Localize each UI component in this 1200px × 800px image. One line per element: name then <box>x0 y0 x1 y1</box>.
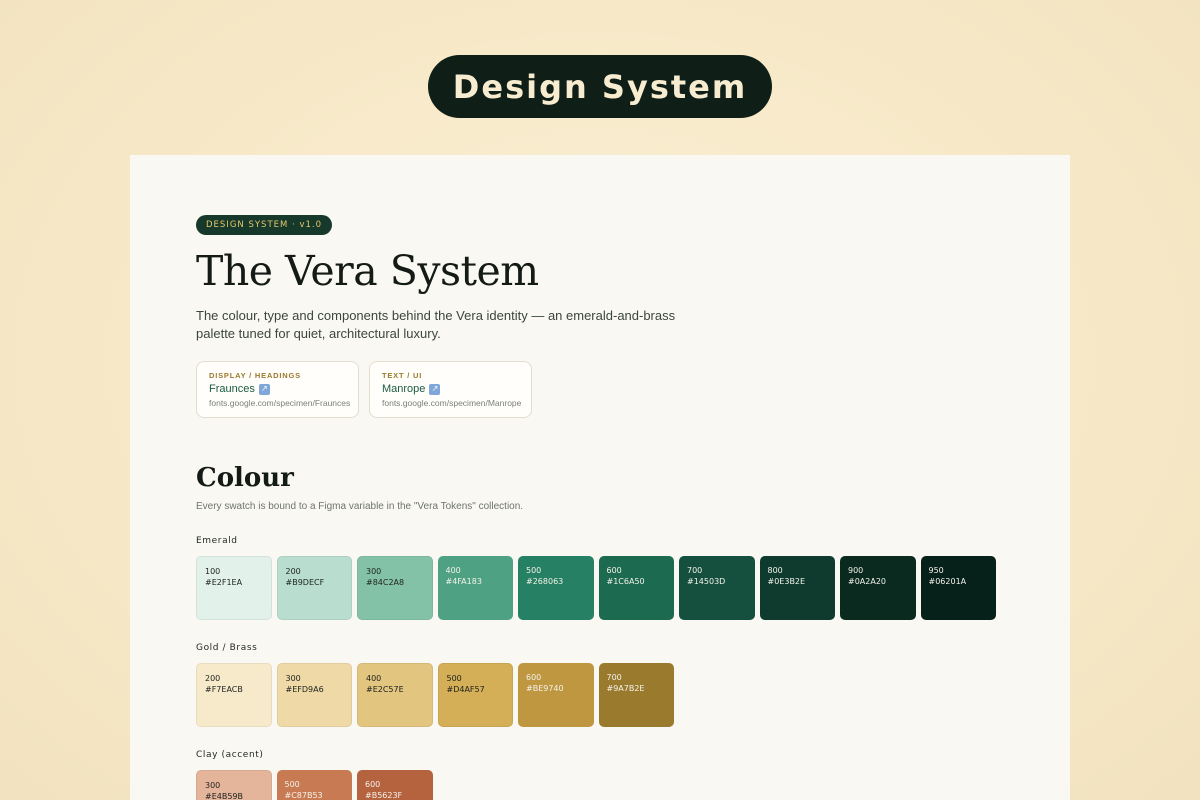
swatch-step: 100 <box>205 567 221 576</box>
external-link-icon: ↗ <box>258 383 270 395</box>
color-swatch[interactable]: 600 #BE9740 <box>518 663 594 727</box>
color-swatch[interactable]: 800 #0E3B2E <box>759 556 835 620</box>
swatch-step: 200 <box>285 567 301 576</box>
intro-text: The colour, type and components behind t… <box>196 308 676 341</box>
swatch-hex: #E2C57E <box>366 685 404 694</box>
swatch-step: 400 <box>366 674 382 683</box>
color-swatch[interactable]: 900 #0A2A20 <box>840 556 916 620</box>
swatch-step: 600 <box>606 566 622 575</box>
color-swatch[interactable]: 500 #D4AF57 <box>437 663 513 727</box>
font-card-url[interactable]: fonts.google.com/specimen/Fraunces <box>209 398 350 408</box>
swatch-step: 300 <box>366 567 382 576</box>
swatch-row-gold: 200 #F7EACB 300 #EFD9A6 400 #E2C57E 500 #D4AF57… <box>196 663 674 727</box>
swatch-step: 300 <box>205 781 221 790</box>
colour-section-subtitle: Every swatch is bound to a Figma variabl… <box>196 501 524 512</box>
swatch-hex: #E4B59B <box>205 792 244 800</box>
font-card-label: TEXT / UI <box>382 371 423 380</box>
colour-section-title: Colour <box>196 463 294 493</box>
swatch-hex: #268063 <box>526 577 564 586</box>
color-swatch[interactable]: 700 #14503D <box>679 556 755 620</box>
color-swatch[interactable]: 950 #06201A <box>920 556 996 620</box>
design-system-panel: DESIGN SYSTEM · v1.0 The Vera System The… <box>130 155 1070 800</box>
swatch-hex: #14503D <box>687 577 726 586</box>
color-swatch[interactable]: 100 #E2F1EA <box>196 556 272 620</box>
external-link-icon: ↗ <box>429 383 441 395</box>
swatch-hex: #1C6A50 <box>606 577 645 586</box>
swatch-hex: #D4AF57 <box>446 685 485 694</box>
version-badge: DESIGN SYSTEM · v1.0 <box>196 215 332 235</box>
swatch-step: 500 <box>284 780 300 789</box>
swatch-row-emerald: 100 #E2F1EA 200 #B9DECF 300 #84C2A8 400 #4FA183… <box>196 556 996 620</box>
swatch-hex: #84C2A8 <box>366 578 405 587</box>
swatch-hex: #B9DECF <box>285 578 325 587</box>
font-card-text[interactable]: TEXT / UI Manrope ↗ fonts.google.com/spe… <box>369 361 532 418</box>
swatch-hex: #0E3B2E <box>767 577 806 586</box>
color-swatch[interactable]: 500 #C87B53 <box>276 770 352 800</box>
swatch-step: 500 <box>446 674 462 683</box>
color-swatch[interactable]: 500 #268063 <box>518 556 594 620</box>
color-swatch[interactable]: 200 #F7EACB <box>196 663 272 727</box>
swatch-hex: #BE9740 <box>526 684 564 693</box>
swatch-step: 200 <box>205 674 221 683</box>
color-swatch[interactable]: 300 #E4B59B <box>196 770 272 800</box>
swatch-step: 700 <box>687 566 703 575</box>
font-card-label: DISPLAY / HEADINGS <box>209 371 301 380</box>
swatch-step: 400 <box>445 566 461 575</box>
swatch-step: 950 <box>928 566 944 575</box>
swatch-step: 500 <box>526 566 542 575</box>
color-swatch[interactable]: 700 #9A7B2E <box>598 663 674 727</box>
swatch-hex: #C87B53 <box>284 791 323 800</box>
swatch-step: 600 <box>526 673 542 682</box>
system-title: The Vera System <box>196 247 539 295</box>
font-card-name[interactable]: Fraunces ↗ <box>209 383 346 395</box>
color-swatch[interactable]: 200 #B9DECF <box>276 556 352 620</box>
font-name-text: Fraunces <box>209 383 255 395</box>
swatch-hex: #EFD9A6 <box>285 685 324 694</box>
swatch-hex: #F7EACB <box>205 685 243 694</box>
swatch-step: 600 <box>365 780 381 789</box>
color-swatch[interactable]: 600 #B5623F <box>357 770 433 800</box>
swatch-hex: #B5623F <box>365 791 403 800</box>
swatch-hex: #4FA183 <box>445 577 482 586</box>
font-card-url[interactable]: fonts.google.com/specimen/Manrope <box>382 398 521 408</box>
color-swatch[interactable]: 300 #EFD9A6 <box>276 663 352 727</box>
swatch-step: 300 <box>285 674 301 683</box>
swatch-hex: #06201A <box>928 577 967 586</box>
swatch-step: 700 <box>606 673 622 682</box>
swatch-group-label: Emerald <box>196 536 238 546</box>
swatch-step: 900 <box>848 566 864 575</box>
page-title-pill: Design System <box>428 55 772 118</box>
swatch-hex: #0A2A20 <box>848 577 887 586</box>
color-swatch[interactable]: 400 #4FA183 <box>437 556 513 620</box>
color-swatch[interactable]: 300 #84C2A8 <box>357 556 433 620</box>
swatch-hex: #E2F1EA <box>205 578 243 587</box>
swatch-hex: #9A7B2E <box>606 684 645 693</box>
color-swatch[interactable]: 400 #E2C57E <box>357 663 433 727</box>
swatch-row-clay: 300 #E4B59B 500 #C87B53 600 #B5623F <box>196 770 433 800</box>
font-card-name[interactable]: Manrope ↗ <box>382 383 519 395</box>
color-swatch[interactable]: 600 #1C6A50 <box>598 556 674 620</box>
swatch-group-label: Gold / Brass <box>196 643 258 653</box>
font-card-display[interactable]: DISPLAY / HEADINGS Fraunces ↗ fonts.goog… <box>196 361 359 418</box>
swatch-step: 800 <box>767 566 783 575</box>
swatch-group-label: Clay (accent) <box>196 750 264 760</box>
font-name-text: Manrope <box>382 383 426 395</box>
